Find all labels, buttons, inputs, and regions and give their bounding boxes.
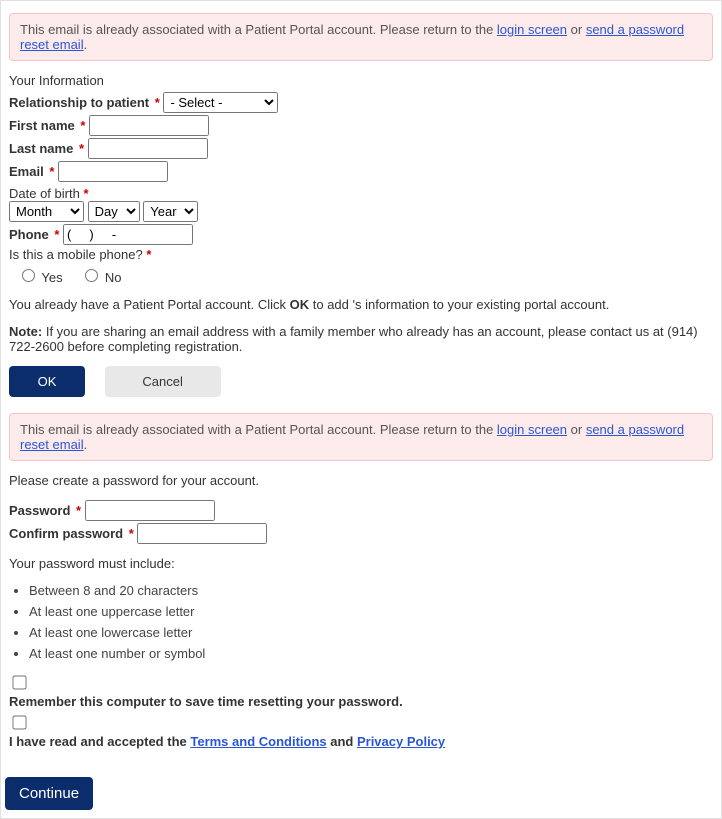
- required-marker: *: [146, 247, 151, 262]
- first-name-row: First name *: [9, 115, 713, 136]
- first-name-label: First name: [9, 118, 75, 133]
- dob-year-select[interactable]: Year: [143, 201, 198, 222]
- login-screen-link[interactable]: login screen: [497, 422, 567, 437]
- mobile-no-radio[interactable]: [85, 269, 98, 282]
- password-intro: Please create a password for your accoun…: [9, 473, 713, 488]
- alert-duplicate-email-2: This email is already associated with a …: [9, 413, 713, 461]
- last-name-label: Last name: [9, 141, 73, 156]
- alert-suffix: .: [84, 437, 88, 452]
- password-label: Password: [9, 503, 70, 518]
- list-item: Between 8 and 20 characters: [29, 583, 713, 598]
- terms-conditions-link[interactable]: Terms and Conditions: [190, 734, 326, 749]
- mobile-question-row: Is this a mobile phone? * Yes No: [9, 247, 713, 285]
- alert-text: This email is already associated with a …: [20, 22, 497, 37]
- ok-bold: OK: [290, 297, 310, 312]
- required-marker: *: [129, 526, 134, 541]
- password-rules-list: Between 8 and 20 characters At least one…: [9, 583, 713, 661]
- remember-checkbox-row: [9, 673, 713, 692]
- relationship-select[interactable]: - Select -: [163, 92, 278, 113]
- required-marker: *: [49, 164, 54, 179]
- form-container: This email is already associated with a …: [0, 0, 722, 819]
- confirm-password-row: Confirm password *: [9, 523, 713, 544]
- ok-button[interactable]: OK: [9, 366, 85, 397]
- note-label: Note:: [9, 324, 42, 339]
- last-name-row: Last name *: [9, 138, 713, 159]
- required-marker: *: [83, 186, 88, 201]
- required-marker: *: [155, 95, 160, 110]
- required-marker: *: [76, 503, 81, 518]
- password-input[interactable]: [85, 500, 215, 521]
- required-marker: *: [79, 141, 84, 156]
- remember-checkbox[interactable]: [12, 675, 26, 689]
- last-name-input[interactable]: [88, 138, 208, 159]
- email-row: Email *: [9, 161, 713, 182]
- dob-label: Date of birth *: [9, 186, 713, 201]
- alert-or: or: [567, 22, 586, 37]
- dob-row: Date of birth * Month Day Year: [9, 186, 713, 222]
- continue-button[interactable]: Continue: [5, 777, 93, 810]
- alert-or: or: [567, 422, 586, 437]
- confirm-password-label: Confirm password: [9, 526, 123, 541]
- note-text: Note: If you are sharing an email addres…: [9, 324, 713, 354]
- required-marker: *: [80, 118, 85, 133]
- list-item: At least one number or symbol: [29, 646, 713, 661]
- privacy-policy-link[interactable]: Privacy Policy: [357, 734, 445, 749]
- password-rules-intro: Your password must include:: [9, 556, 713, 571]
- alert-duplicate-email-1: This email is already associated with a …: [9, 13, 713, 61]
- list-item: At least one lowercase letter: [29, 625, 713, 640]
- mobile-no-label[interactable]: No: [105, 270, 122, 285]
- your-information-heading: Your Information: [9, 73, 713, 88]
- alert-text: This email is already associated with a …: [20, 422, 497, 437]
- mobile-yes-radio[interactable]: [22, 269, 35, 282]
- dob-day-select[interactable]: Day: [88, 201, 140, 222]
- list-item: At least one uppercase letter: [29, 604, 713, 619]
- existing-account-text: You already have a Patient Portal accoun…: [9, 297, 713, 312]
- mobile-question-label: Is this a mobile phone?: [9, 247, 143, 262]
- email-input[interactable]: [58, 161, 168, 182]
- relationship-row: Relationship to patient * - Select -: [9, 92, 713, 113]
- relationship-label: Relationship to patient: [9, 95, 149, 110]
- password-row: Password *: [9, 500, 713, 521]
- first-name-input[interactable]: [89, 115, 209, 136]
- mobile-yes-label[interactable]: Yes: [41, 270, 62, 285]
- dob-month-select[interactable]: Month: [9, 201, 84, 222]
- terms-checkbox[interactable]: [12, 715, 26, 729]
- confirm-password-input[interactable]: [137, 523, 267, 544]
- email-label: Email: [9, 164, 44, 179]
- button-row: OK Cancel: [9, 366, 713, 397]
- phone-label: Phone: [9, 227, 49, 242]
- remember-label: Remember this computer to save time rese…: [9, 694, 713, 709]
- terms-label: I have read and accepted the Terms and C…: [9, 734, 713, 749]
- cancel-button[interactable]: Cancel: [105, 366, 221, 397]
- required-marker: *: [54, 227, 59, 242]
- phone-row: Phone *: [9, 224, 713, 245]
- login-screen-link[interactable]: login screen: [497, 22, 567, 37]
- phone-input[interactable]: [63, 224, 193, 245]
- alert-suffix: .: [84, 37, 88, 52]
